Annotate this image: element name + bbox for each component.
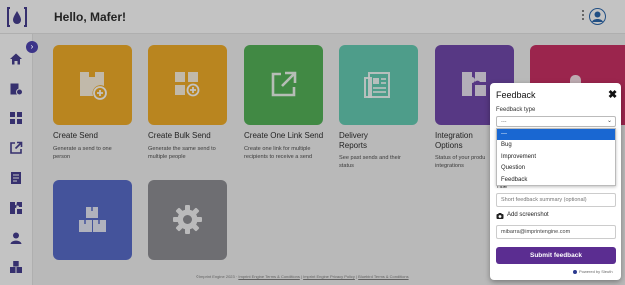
chevron-down-icon: ⌄ bbox=[606, 118, 612, 124]
dropdown-option[interactable]: Improvement bbox=[497, 152, 615, 163]
feedback-type-label: Feedback type bbox=[496, 107, 536, 113]
feedback-panel: Feedback ✖ Feedback type --- ⌄ Title Add… bbox=[490, 83, 621, 280]
dropdown-option[interactable]: Question bbox=[497, 163, 615, 174]
close-icon[interactable]: ✖ bbox=[608, 88, 617, 101]
feedback-type-select[interactable]: --- ⌄ bbox=[496, 116, 616, 127]
feedback-type-dropdown: --- Bug Improvement Question Feedback bbox=[496, 128, 616, 186]
submit-feedback-button[interactable]: Submit feedback bbox=[496, 247, 616, 264]
dropdown-option[interactable]: Bug bbox=[497, 140, 615, 151]
camera-icon bbox=[496, 213, 504, 219]
sidebar-expand-toggle[interactable]: › bbox=[26, 41, 38, 53]
dropdown-option[interactable]: Feedback bbox=[497, 175, 615, 186]
selected-value: --- bbox=[501, 119, 507, 125]
powered-by[interactable]: Powered by Sleuth bbox=[573, 269, 613, 274]
feedback-title: Feedback bbox=[496, 90, 536, 100]
title-input[interactable] bbox=[496, 193, 616, 207]
sleuth-logo-icon bbox=[573, 270, 577, 274]
powered-by-text: Powered by Sleuth bbox=[579, 269, 613, 274]
dropdown-option[interactable]: --- bbox=[497, 129, 615, 141]
email-field[interactable] bbox=[496, 225, 616, 239]
add-screenshot-label: Add screenshot bbox=[507, 212, 549, 218]
